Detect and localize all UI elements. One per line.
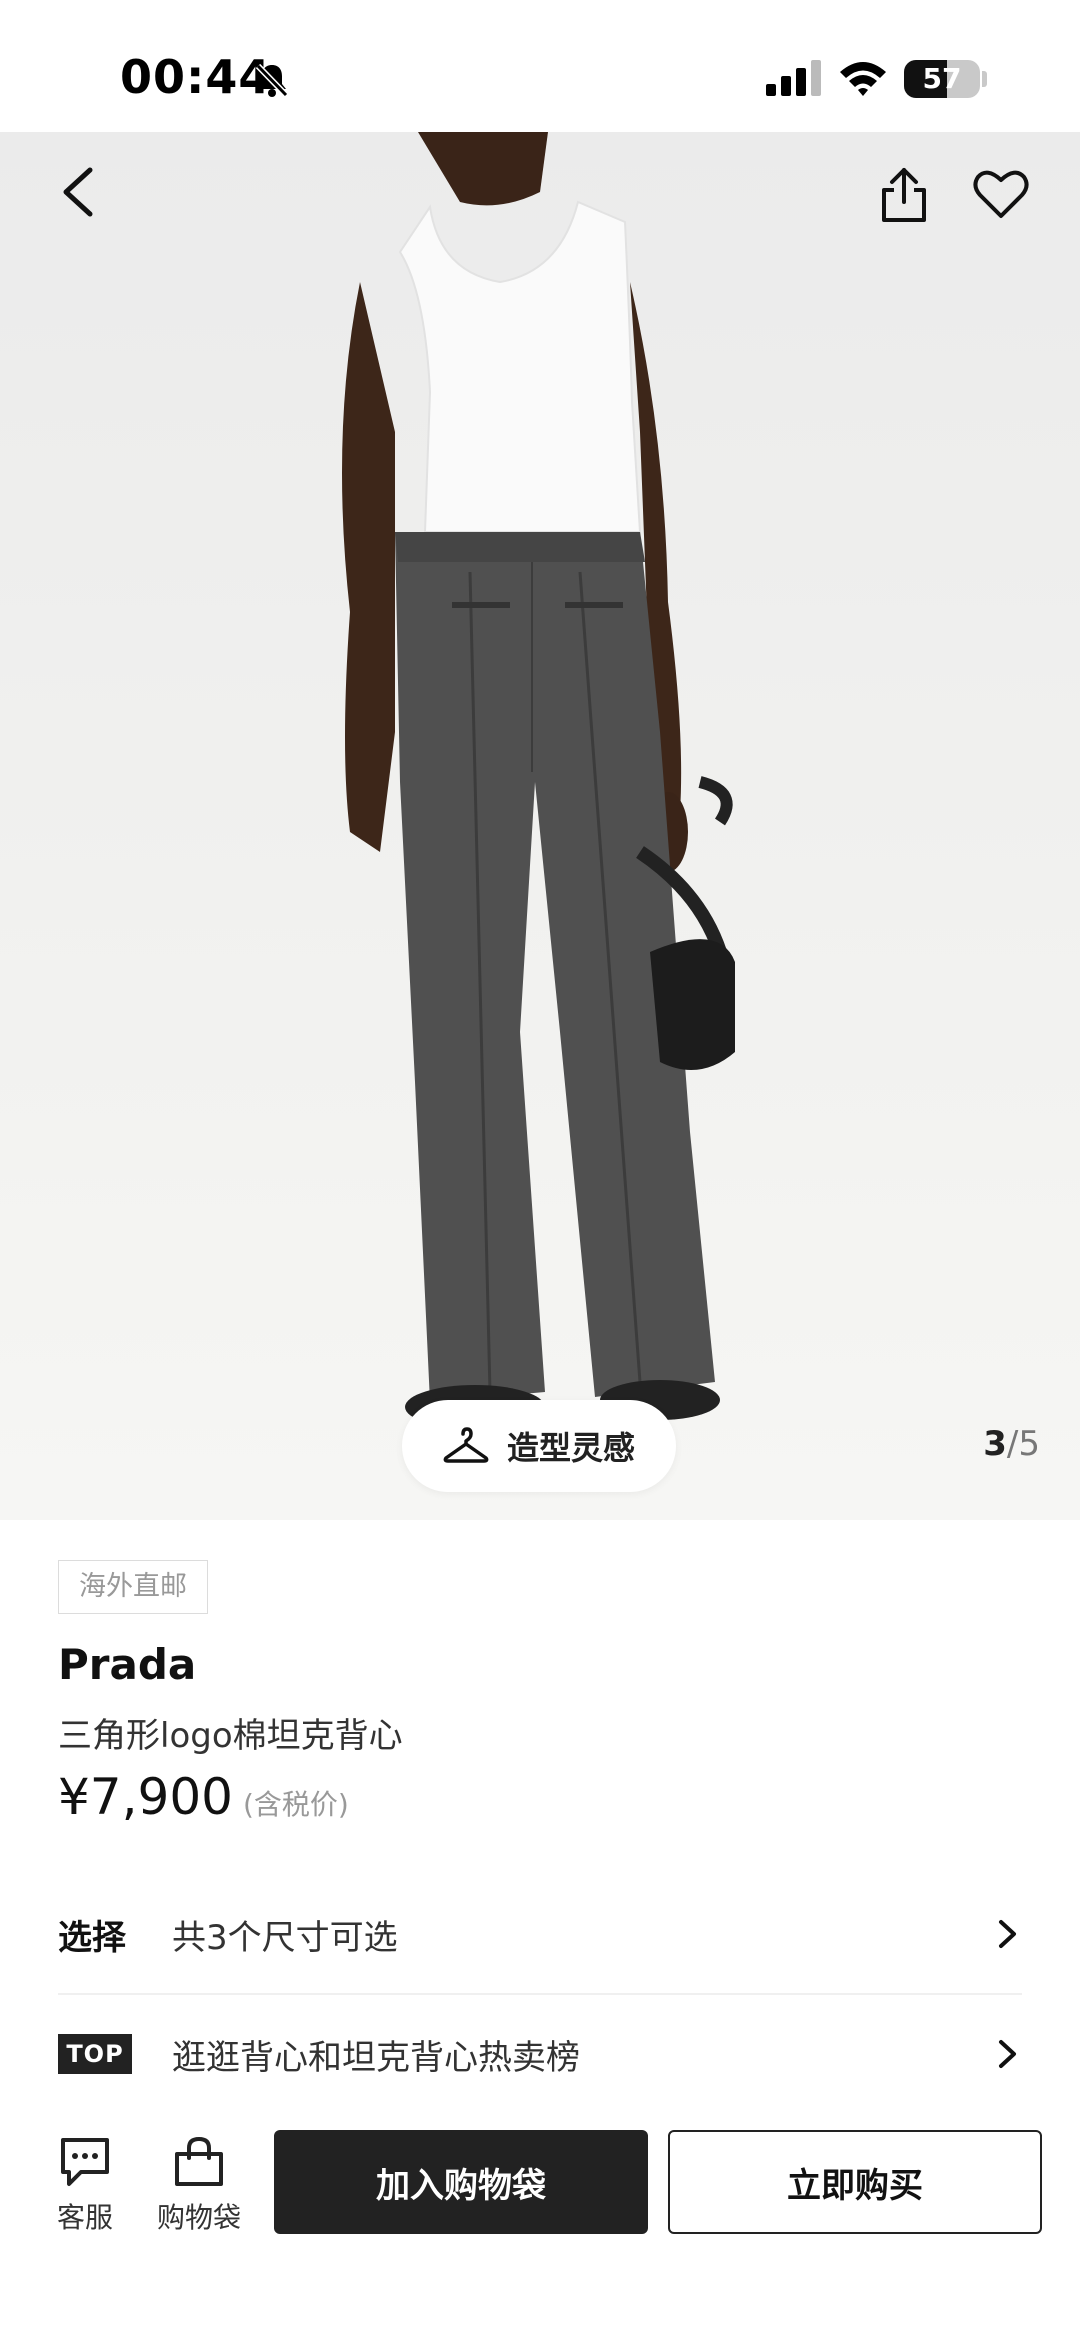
status-time: 00:44 xyxy=(120,50,272,104)
wifi-icon xyxy=(840,62,886,96)
battery-cap xyxy=(982,71,987,87)
customer-service-button[interactable]: 客服 xyxy=(30,2134,140,2236)
chevron-right-icon xyxy=(999,1920,1016,1948)
product-name: 三角形logo棉坦克背心 xyxy=(58,1716,403,1756)
hanger-icon xyxy=(443,1427,489,1463)
chevron-right-icon xyxy=(999,2040,1016,2068)
signal-icon xyxy=(766,60,821,96)
battery-level: 57 xyxy=(922,62,962,95)
bell-muted-icon xyxy=(255,63,289,98)
back-arrow-icon[interactable] xyxy=(52,162,112,222)
page-separator: / xyxy=(1006,1424,1019,1464)
price-row: ¥7,900 (含税价) xyxy=(58,1768,349,1826)
top-badge: TOP xyxy=(58,2034,132,2074)
status-bar: 00:44 57 xyxy=(0,0,1080,132)
product-brand[interactable]: Prada xyxy=(58,1640,196,1689)
add-to-bag-button[interactable]: 加入购物袋 xyxy=(274,2130,648,2234)
shopping-bag-icon xyxy=(175,2136,223,2186)
product-price: ¥7,900 xyxy=(58,1768,233,1826)
customer-service-label: 客服 xyxy=(56,2201,113,2234)
style-inspiration-button[interactable]: 造型灵感 xyxy=(402,1400,676,1492)
shopping-bag-button[interactable]: 购物袋 xyxy=(144,2134,254,2236)
buy-now-button[interactable]: 立即购买 xyxy=(668,2130,1042,2234)
select-title: 选择 xyxy=(58,1917,126,1958)
page-current: 3 xyxy=(983,1424,1007,1464)
bestseller-ranking-row[interactable]: TOP 逛逛背心和坦克背心热卖榜 xyxy=(58,2014,1022,2094)
product-image-carousel[interactable]: 造型灵感 3/5 xyxy=(0,132,1080,1520)
overseas-shipping-tag: 海外直邮 xyxy=(58,1560,208,1614)
shopping-bag-label: 购物袋 xyxy=(156,2201,241,2234)
share-icon[interactable] xyxy=(874,162,934,226)
image-page-indicator: 3/5 xyxy=(983,1424,1040,1464)
ranking-text: 逛逛背心和坦克背心热卖榜 xyxy=(172,2037,580,2078)
size-options-text: 共3个尺寸可选 xyxy=(172,1917,398,1958)
chat-bubble-icon xyxy=(61,2138,109,2186)
bottom-action-bar: 客服 购物袋 加入购物袋 立即购买 xyxy=(0,2110,1080,2347)
tax-included-note: (含税价) xyxy=(242,1788,349,1821)
size-select-row[interactable]: 选择 共3个尺寸可选 xyxy=(58,1894,1022,1974)
heart-icon[interactable] xyxy=(972,166,1030,220)
product-photo xyxy=(342,132,735,1429)
divider xyxy=(58,1993,1022,1995)
page-total: 5 xyxy=(1018,1424,1040,1464)
battery-icon: 57 xyxy=(904,60,980,98)
style-inspiration-label: 造型灵感 xyxy=(506,1429,635,1467)
